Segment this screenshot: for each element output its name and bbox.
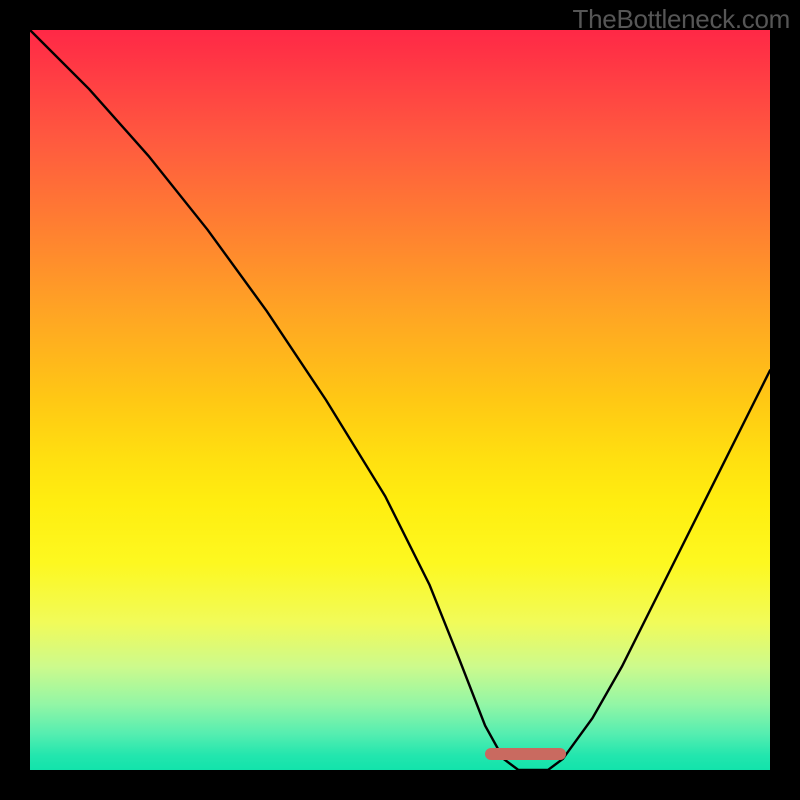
watermark-text: TheBottleneck.com (573, 4, 790, 35)
plot-area (30, 30, 770, 770)
curve-layer (30, 30, 770, 770)
bottleneck-curve (30, 30, 770, 770)
optimal-range-marker (485, 748, 566, 760)
chart-container: TheBottleneck.com (0, 0, 800, 800)
